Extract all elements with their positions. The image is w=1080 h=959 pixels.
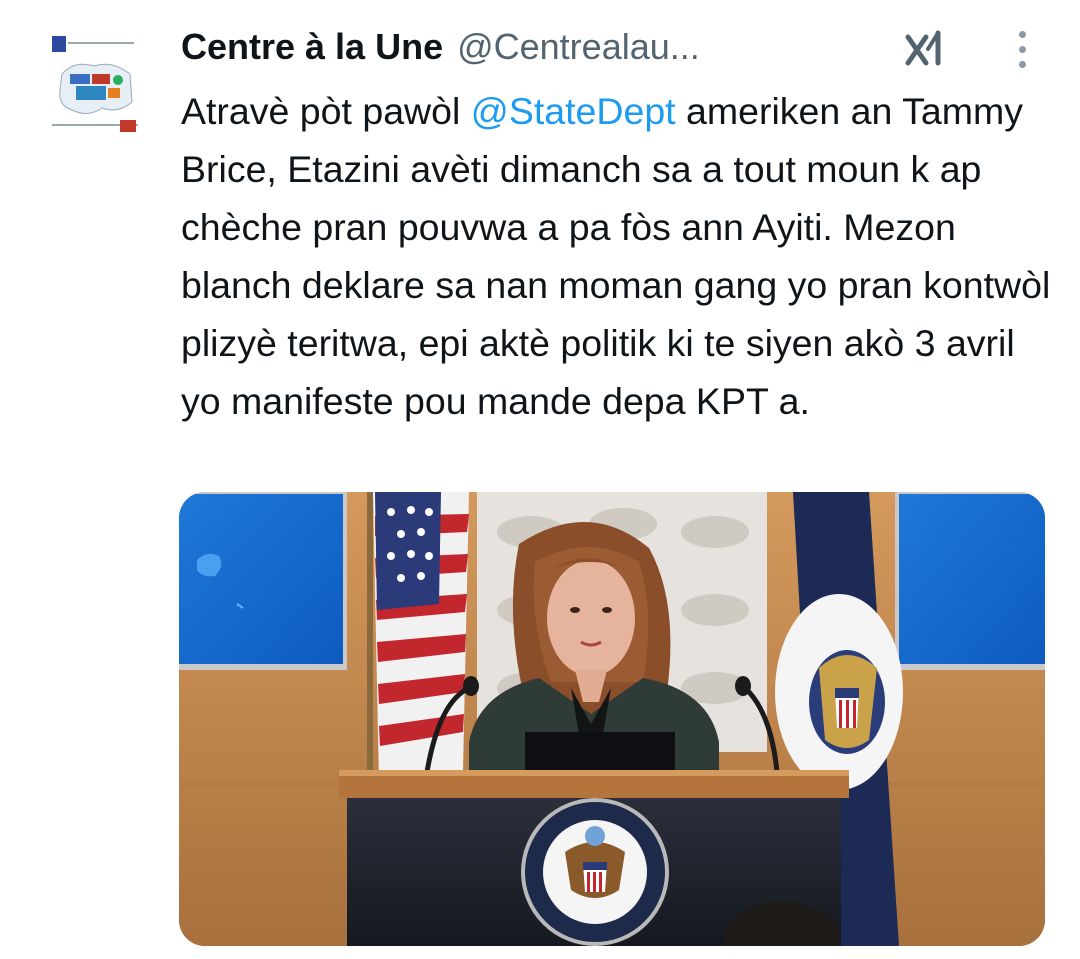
mention-link[interactable]: @StateDept — [471, 90, 676, 132]
press-briefing-photo — [179, 492, 1045, 946]
more-vertical-icon — [1018, 30, 1026, 38]
tweet-card[interactable]: Centre à la Une @Centrealau... Atravè pò… — [0, 0, 1080, 959]
author-display-name[interactable]: Centre à la Une — [181, 26, 443, 68]
centre-a-la-une-logo — [48, 30, 142, 140]
more-options-button[interactable] — [1004, 26, 1040, 72]
tweet-photo[interactable] — [179, 492, 1045, 946]
avatar[interactable] — [48, 30, 142, 140]
grok-icon — [905, 30, 941, 66]
grok-button[interactable] — [898, 26, 954, 72]
tweet-text: Atravè pòt pawòl @StateDept ameriken an … — [181, 90, 1051, 422]
author-handle[interactable]: @Centrealau... — [457, 26, 700, 68]
tweet-header: Centre à la Une @Centrealau... — [181, 22, 700, 72]
